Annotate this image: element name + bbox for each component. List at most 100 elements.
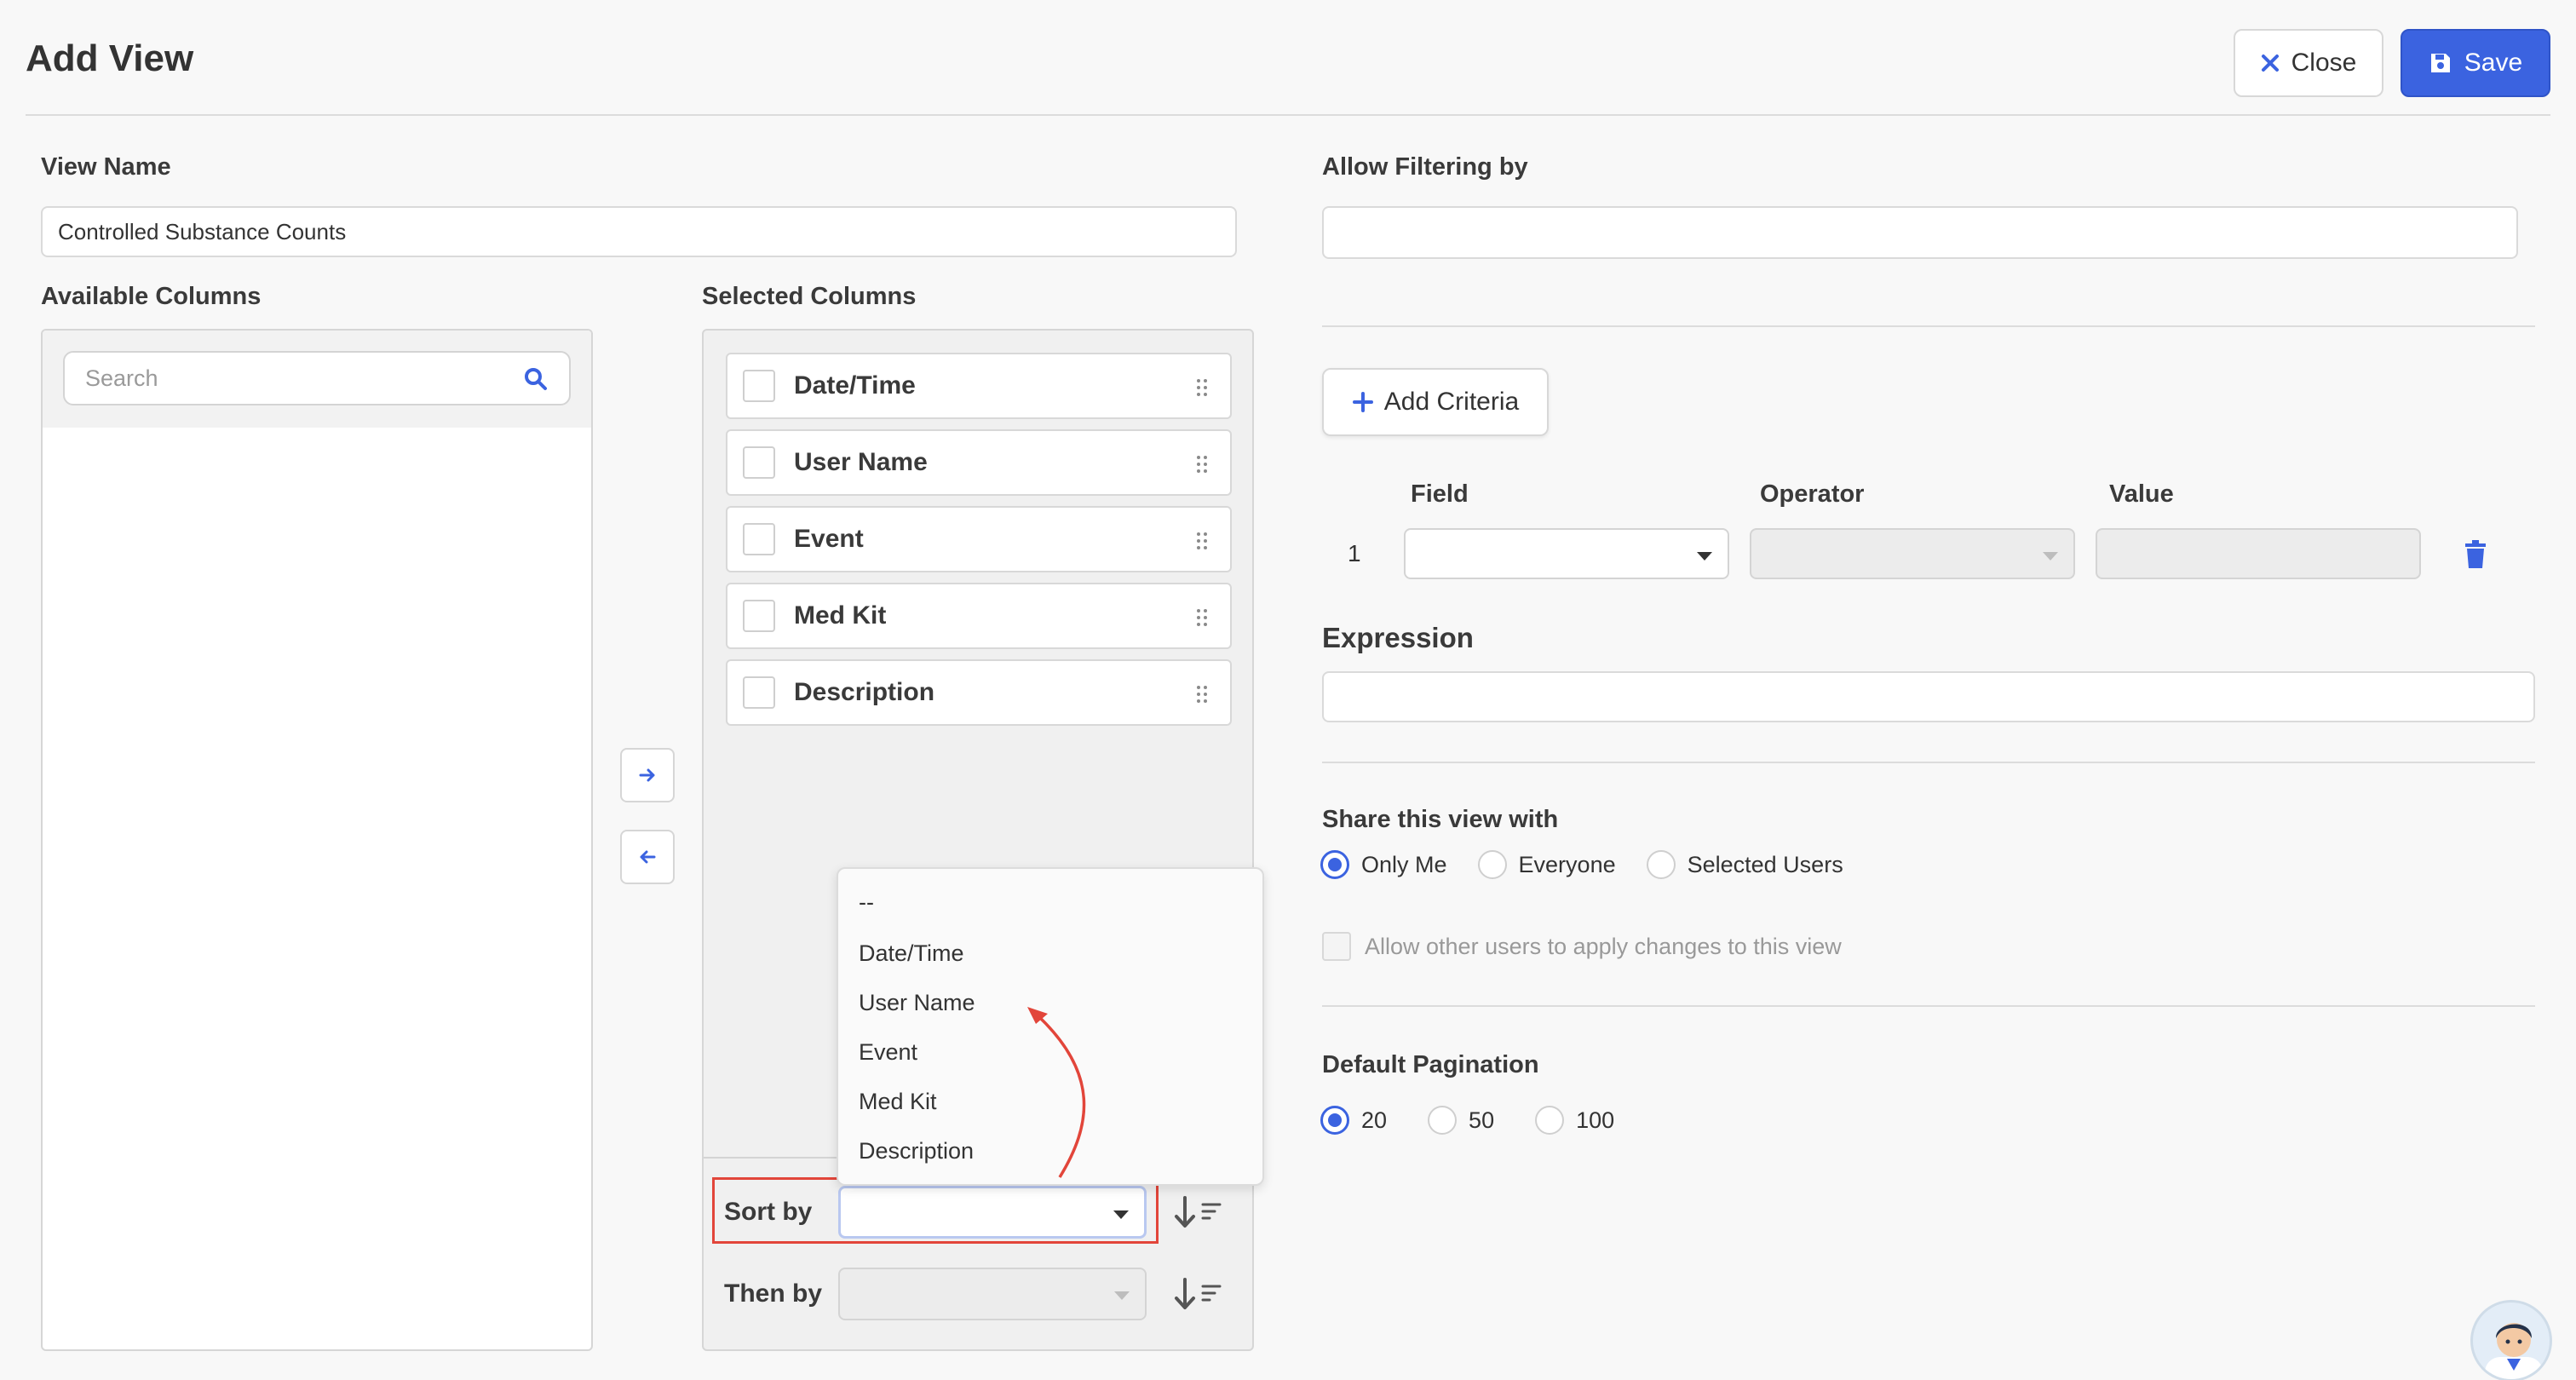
share-option-only-me[interactable]: Only Me xyxy=(1320,850,1447,879)
allow-filtering-label: Allow Filtering by xyxy=(1322,153,1528,181)
arrow-left-icon xyxy=(640,850,656,864)
selected-column-item[interactable]: Description xyxy=(726,659,1232,726)
radio-label: 50 xyxy=(1469,1107,1495,1133)
radio-button[interactable] xyxy=(1646,850,1676,879)
move-right-button[interactable] xyxy=(620,748,675,802)
avatar-icon xyxy=(2485,1323,2543,1379)
dropdown-option[interactable]: Date/Time xyxy=(859,940,964,967)
page-title: Add View xyxy=(26,37,194,79)
dropdown-option[interactable]: Description xyxy=(859,1138,974,1164)
radio-label: 100 xyxy=(1576,1107,1615,1133)
radio-label: 20 xyxy=(1361,1107,1388,1133)
close-button[interactable]: Close xyxy=(2234,29,2383,97)
move-left-button[interactable] xyxy=(620,830,675,884)
selected-column-item[interactable]: Med Kit xyxy=(726,583,1232,649)
column-checkbox[interactable] xyxy=(743,600,775,632)
then-by-select[interactable] xyxy=(838,1268,1147,1320)
criteria-field-select[interactable] xyxy=(1404,528,1729,579)
radio-label: Selected Users xyxy=(1687,851,1843,877)
share-label: Share this view with xyxy=(1322,806,1559,833)
pagination-radio-group: 20 50 100 xyxy=(1320,1106,1645,1135)
assistant-avatar[interactable] xyxy=(2470,1300,2552,1380)
expression-label: Expression xyxy=(1322,622,1474,653)
search-icon[interactable] xyxy=(523,366,549,392)
pagination-label: Default Pagination xyxy=(1322,1051,1539,1078)
section-divider xyxy=(1322,762,2535,763)
trash-icon[interactable] xyxy=(2464,540,2487,569)
allow-changes-checkbox[interactable] xyxy=(1322,932,1351,961)
dropdown-option[interactable]: User Name xyxy=(859,990,975,1016)
column-checkbox[interactable] xyxy=(743,446,775,479)
section-divider xyxy=(1322,1005,2535,1007)
view-name-input[interactable]: Controlled Substance Counts xyxy=(41,206,1237,257)
allow-changes-row: Allow other users to apply changes to th… xyxy=(1322,932,1842,961)
caret-down-icon xyxy=(1114,1291,1130,1300)
available-columns-label: Available Columns xyxy=(41,283,262,310)
sort-by-highlight xyxy=(712,1177,1159,1244)
selected-column-item[interactable]: User Name xyxy=(726,429,1232,496)
allow-filtering-input[interactable] xyxy=(1322,206,2518,259)
selected-column-item[interactable]: Date/Time xyxy=(726,353,1232,419)
section-divider xyxy=(1322,325,2535,327)
radio-button[interactable] xyxy=(1320,1106,1349,1135)
radio-button[interactable] xyxy=(1535,1106,1565,1135)
then-by-label: Then by xyxy=(724,1279,823,1308)
column-checkbox[interactable] xyxy=(743,523,775,555)
search-box xyxy=(63,351,571,405)
arrow-right-icon xyxy=(639,768,655,782)
column-label: Med Kit xyxy=(794,601,887,630)
radio-button[interactable] xyxy=(1428,1106,1458,1135)
selected-column-item[interactable]: Event xyxy=(726,506,1232,572)
view-name-value: Controlled Substance Counts xyxy=(58,218,347,244)
column-label: Description xyxy=(794,678,935,706)
dropdown-option[interactable]: -- xyxy=(859,889,874,916)
add-criteria-label: Add Criteria xyxy=(1383,388,1520,416)
drag-handle-icon[interactable] xyxy=(1196,532,1208,550)
available-columns-toolbar xyxy=(43,331,591,428)
dropdown-option[interactable]: Med Kit xyxy=(859,1089,937,1115)
save-icon xyxy=(2430,54,2450,72)
criteria-field-header: Field xyxy=(1411,480,1469,508)
column-checkbox[interactable] xyxy=(743,676,775,709)
drag-handle-icon[interactable] xyxy=(1196,455,1208,474)
selected-columns-label: Selected Columns xyxy=(702,283,917,310)
view-name-label: View Name xyxy=(41,153,171,181)
expression-input[interactable] xyxy=(1322,671,2535,722)
criteria-operator-select[interactable] xyxy=(1750,528,2075,579)
save-button[interactable]: Save xyxy=(2401,29,2550,97)
sort-direction-icon[interactable] xyxy=(1172,1194,1225,1230)
column-checkbox[interactable] xyxy=(743,370,775,402)
pagination-option-20[interactable]: 20 xyxy=(1320,1106,1387,1135)
radio-label: Everyone xyxy=(1518,851,1616,877)
criteria-value-header: Value xyxy=(2109,480,2174,508)
criteria-value-input[interactable] xyxy=(2096,528,2421,579)
pagination-option-50[interactable]: 50 xyxy=(1428,1106,1494,1135)
available-columns-list xyxy=(41,329,593,1351)
share-radio-group: Only Me Everyone Selected Users xyxy=(1320,850,1874,879)
criteria-operator-header: Operator xyxy=(1760,480,1865,508)
caret-down-icon xyxy=(1697,552,1712,561)
close-button-label: Close xyxy=(2291,49,2357,77)
column-label: Date/Time xyxy=(794,371,916,400)
drag-handle-icon[interactable] xyxy=(1196,608,1208,627)
search-input[interactable] xyxy=(85,365,494,392)
allow-changes-label: Allow other users to apply changes to th… xyxy=(1365,933,1842,959)
close-icon xyxy=(2261,55,2279,72)
pagination-option-100[interactable]: 100 xyxy=(1535,1106,1614,1135)
add-criteria-button[interactable]: Add Criteria xyxy=(1322,368,1549,436)
radio-label: Only Me xyxy=(1361,851,1447,877)
column-label: User Name xyxy=(794,448,928,476)
drag-handle-icon[interactable] xyxy=(1196,685,1208,704)
radio-button[interactable] xyxy=(1477,850,1507,879)
share-option-selected-users[interactable]: Selected Users xyxy=(1646,850,1843,879)
radio-button[interactable] xyxy=(1320,850,1349,879)
share-option-everyone[interactable]: Everyone xyxy=(1477,850,1616,879)
header-divider xyxy=(26,114,2550,116)
column-label: Event xyxy=(794,525,864,553)
sort-direction-icon[interactable] xyxy=(1172,1276,1225,1312)
caret-down-icon xyxy=(2043,552,2058,561)
dropdown-option[interactable]: Event xyxy=(859,1039,917,1066)
criteria-row-index: 1 xyxy=(1348,540,1361,566)
annotation-arrow xyxy=(1027,1007,1086,1178)
drag-handle-icon[interactable] xyxy=(1196,378,1208,397)
